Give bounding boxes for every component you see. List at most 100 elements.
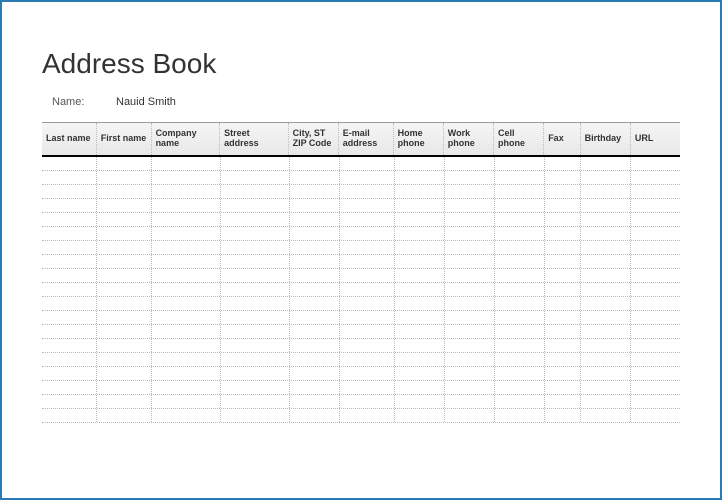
table-cell[interactable] [290,185,340,198]
table-cell[interactable] [631,367,680,380]
table-cell[interactable] [495,325,545,338]
table-row[interactable] [42,227,680,241]
table-cell[interactable] [445,199,495,212]
table-cell[interactable] [221,185,290,198]
table-cell[interactable] [97,381,152,394]
table-cell[interactable] [340,241,395,254]
table-cell[interactable] [152,367,221,380]
table-cell[interactable] [221,157,290,170]
table-cell[interactable] [42,339,97,352]
table-row[interactable] [42,339,680,353]
table-cell[interactable] [340,353,395,366]
table-cell[interactable] [340,339,395,352]
table-cell[interactable] [445,353,495,366]
table-cell[interactable] [97,213,152,226]
table-cell[interactable] [221,213,290,226]
table-row[interactable] [42,241,680,255]
table-cell[interactable] [495,311,545,324]
table-cell[interactable] [221,255,290,268]
table-cell[interactable] [445,185,495,198]
table-cell[interactable] [545,381,581,394]
table-cell[interactable] [545,311,581,324]
table-cell[interactable] [495,395,545,408]
table-row[interactable] [42,395,680,409]
table-cell[interactable] [290,283,340,296]
table-cell[interactable] [495,297,545,310]
table-cell[interactable] [97,269,152,282]
table-cell[interactable] [152,353,221,366]
table-cell[interactable] [152,269,221,282]
table-cell[interactable] [495,367,545,380]
table-cell[interactable] [631,185,680,198]
table-cell[interactable] [290,255,340,268]
table-cell[interactable] [152,395,221,408]
table-cell[interactable] [221,367,290,380]
table-cell[interactable] [340,367,395,380]
table-row[interactable] [42,171,680,185]
table-row[interactable] [42,199,680,213]
table-cell[interactable] [545,297,581,310]
table-cell[interactable] [97,227,152,240]
table-cell[interactable] [581,381,631,394]
table-cell[interactable] [221,325,290,338]
table-cell[interactable] [581,185,631,198]
table-cell[interactable] [495,269,545,282]
table-cell[interactable] [221,381,290,394]
table-cell[interactable] [395,381,445,394]
table-cell[interactable] [340,395,395,408]
table-cell[interactable] [340,409,395,422]
table-cell[interactable] [545,353,581,366]
table-cell[interactable] [340,269,395,282]
table-cell[interactable] [545,199,581,212]
table-row[interactable] [42,311,680,325]
table-cell[interactable] [152,185,221,198]
table-cell[interactable] [221,269,290,282]
table-cell[interactable] [97,157,152,170]
table-cell[interactable] [340,213,395,226]
table-cell[interactable] [340,227,395,240]
table-cell[interactable] [42,269,97,282]
table-cell[interactable] [581,241,631,254]
table-cell[interactable] [581,409,631,422]
table-cell[interactable] [152,381,221,394]
table-cell[interactable] [290,409,340,422]
table-cell[interactable] [545,269,581,282]
table-cell[interactable] [495,381,545,394]
table-cell[interactable] [581,157,631,170]
table-cell[interactable] [445,157,495,170]
table-cell[interactable] [631,213,680,226]
table-cell[interactable] [581,283,631,296]
table-cell[interactable] [290,157,340,170]
table-cell[interactable] [495,185,545,198]
table-cell[interactable] [97,283,152,296]
table-cell[interactable] [581,395,631,408]
table-cell[interactable] [581,339,631,352]
table-cell[interactable] [445,395,495,408]
table-cell[interactable] [221,353,290,366]
table-cell[interactable] [290,269,340,282]
table-row[interactable] [42,157,680,171]
table-cell[interactable] [97,241,152,254]
table-cell[interactable] [545,227,581,240]
table-cell[interactable] [42,409,97,422]
table-cell[interactable] [97,367,152,380]
table-cell[interactable] [97,199,152,212]
table-cell[interactable] [395,311,445,324]
table-cell[interactable] [152,227,221,240]
table-cell[interactable] [290,381,340,394]
table-cell[interactable] [340,157,395,170]
table-cell[interactable] [495,171,545,184]
table-cell[interactable] [631,171,680,184]
table-cell[interactable] [395,241,445,254]
table-cell[interactable] [495,227,545,240]
table-cell[interactable] [97,311,152,324]
table-cell[interactable] [395,283,445,296]
table-cell[interactable] [631,241,680,254]
table-cell[interactable] [290,395,340,408]
table-cell[interactable] [221,227,290,240]
table-cell[interactable] [290,367,340,380]
table-row[interactable] [42,353,680,367]
table-cell[interactable] [631,325,680,338]
table-cell[interactable] [290,325,340,338]
table-cell[interactable] [445,311,495,324]
